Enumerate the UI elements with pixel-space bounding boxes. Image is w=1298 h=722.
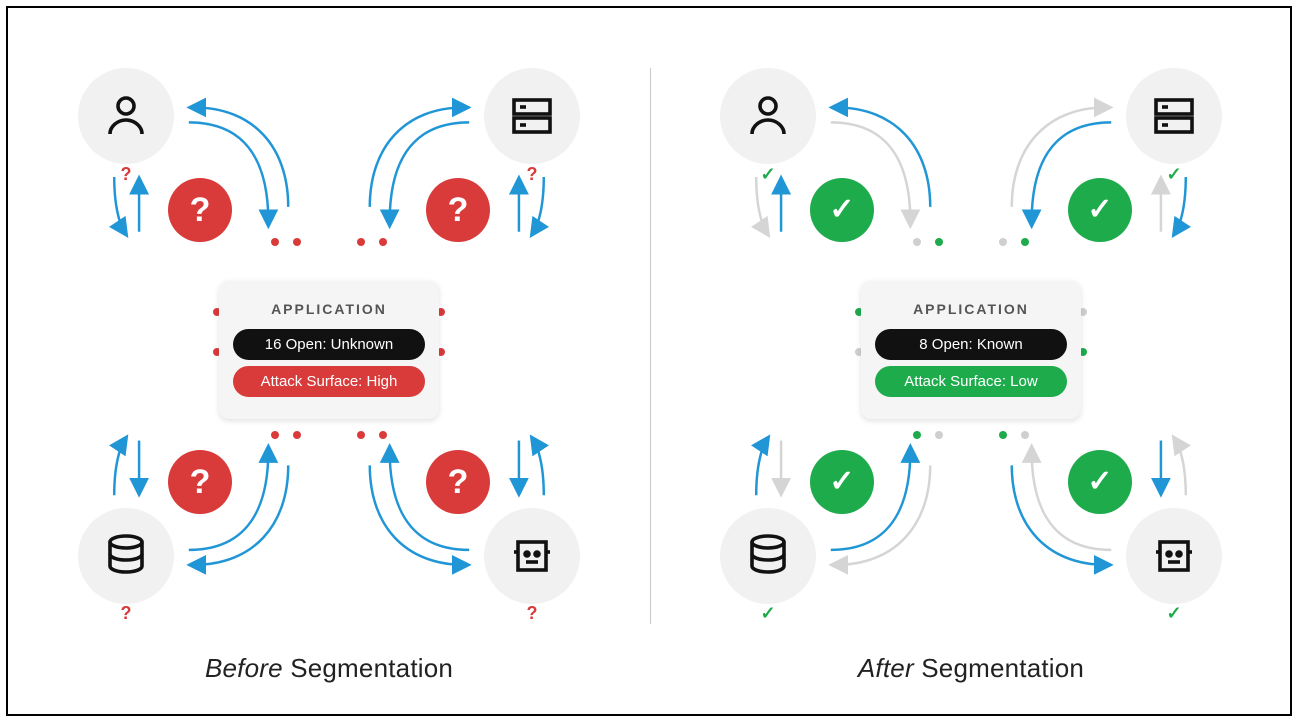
after-panel: ✓ ✓ ✓ ✓ ✓ ✓ ✓ ✓ APPLICATION 8 Open: Know… — [650, 8, 1292, 714]
badge-tl: ? — [168, 178, 232, 242]
open-ports-pill: 16 Open: Unknown — [233, 329, 425, 360]
bot-node — [1126, 508, 1222, 604]
database-node — [720, 508, 816, 604]
port-dot — [357, 431, 365, 439]
badge-bl: ✓ — [810, 450, 874, 514]
diagram-frame: ? ? ? ? ? ? ? ? APPLICATION 16 Open: Unk… — [6, 6, 1292, 716]
before-panel: ? ? ? ? ? ? ? ? APPLICATION 16 Open: Unk… — [8, 8, 650, 714]
port-dot — [379, 431, 387, 439]
user-node — [78, 68, 174, 164]
bot-status: ✓ — [1126, 603, 1222, 624]
caption-rest: Segmentation — [283, 653, 453, 683]
port-dot — [913, 431, 921, 439]
port-dot — [913, 238, 921, 246]
port-dot — [935, 431, 943, 439]
card-title: APPLICATION — [875, 301, 1067, 317]
user-status: ? — [78, 164, 174, 185]
port-dot — [271, 238, 279, 246]
attack-surface-pill: Attack Surface: Low — [875, 366, 1067, 397]
port-dot — [999, 238, 1007, 246]
database-node — [78, 508, 174, 604]
server-icon — [508, 92, 556, 140]
port-dot — [1021, 431, 1029, 439]
bot-status: ? — [484, 603, 580, 624]
badge-br: ✓ — [1068, 450, 1132, 514]
open-ports-pill: 8 Open: Known — [875, 329, 1067, 360]
port-dot — [935, 238, 943, 246]
port-dot — [999, 431, 1007, 439]
badge-br: ? — [426, 450, 490, 514]
bot-icon — [1150, 532, 1198, 580]
port-dot — [271, 431, 279, 439]
caption-prefix: Before — [205, 653, 283, 683]
server-node — [484, 68, 580, 164]
caption-prefix: After — [858, 653, 914, 683]
server-status: ✓ — [1126, 164, 1222, 185]
port-dot — [357, 238, 365, 246]
before-caption: Before Segmentation — [8, 653, 650, 684]
database-status: ? — [78, 603, 174, 624]
database-icon — [102, 532, 150, 580]
server-icon — [1150, 92, 1198, 140]
card-title: APPLICATION — [233, 301, 425, 317]
badge-tr: ? — [426, 178, 490, 242]
application-card-before: APPLICATION 16 Open: Unknown Attack Surf… — [219, 281, 439, 419]
badge-tr: ✓ — [1068, 178, 1132, 242]
after-caption: After Segmentation — [650, 653, 1292, 684]
user-node — [720, 68, 816, 164]
server-status: ? — [484, 164, 580, 185]
user-icon — [744, 92, 792, 140]
database-icon — [744, 532, 792, 580]
server-node — [1126, 68, 1222, 164]
user-icon — [102, 92, 150, 140]
port-dot — [1021, 238, 1029, 246]
badge-tl: ✓ — [810, 178, 874, 242]
database-status: ✓ — [720, 603, 816, 624]
port-dot — [293, 238, 301, 246]
attack-surface-pill: Attack Surface: High — [233, 366, 425, 397]
user-status: ✓ — [720, 164, 816, 185]
bot-node — [484, 508, 580, 604]
port-dot — [293, 431, 301, 439]
caption-rest: Segmentation — [914, 653, 1084, 683]
bot-icon — [508, 532, 556, 580]
application-card-after: APPLICATION 8 Open: Known Attack Surface… — [861, 281, 1081, 419]
badge-bl: ? — [168, 450, 232, 514]
port-dot — [379, 238, 387, 246]
